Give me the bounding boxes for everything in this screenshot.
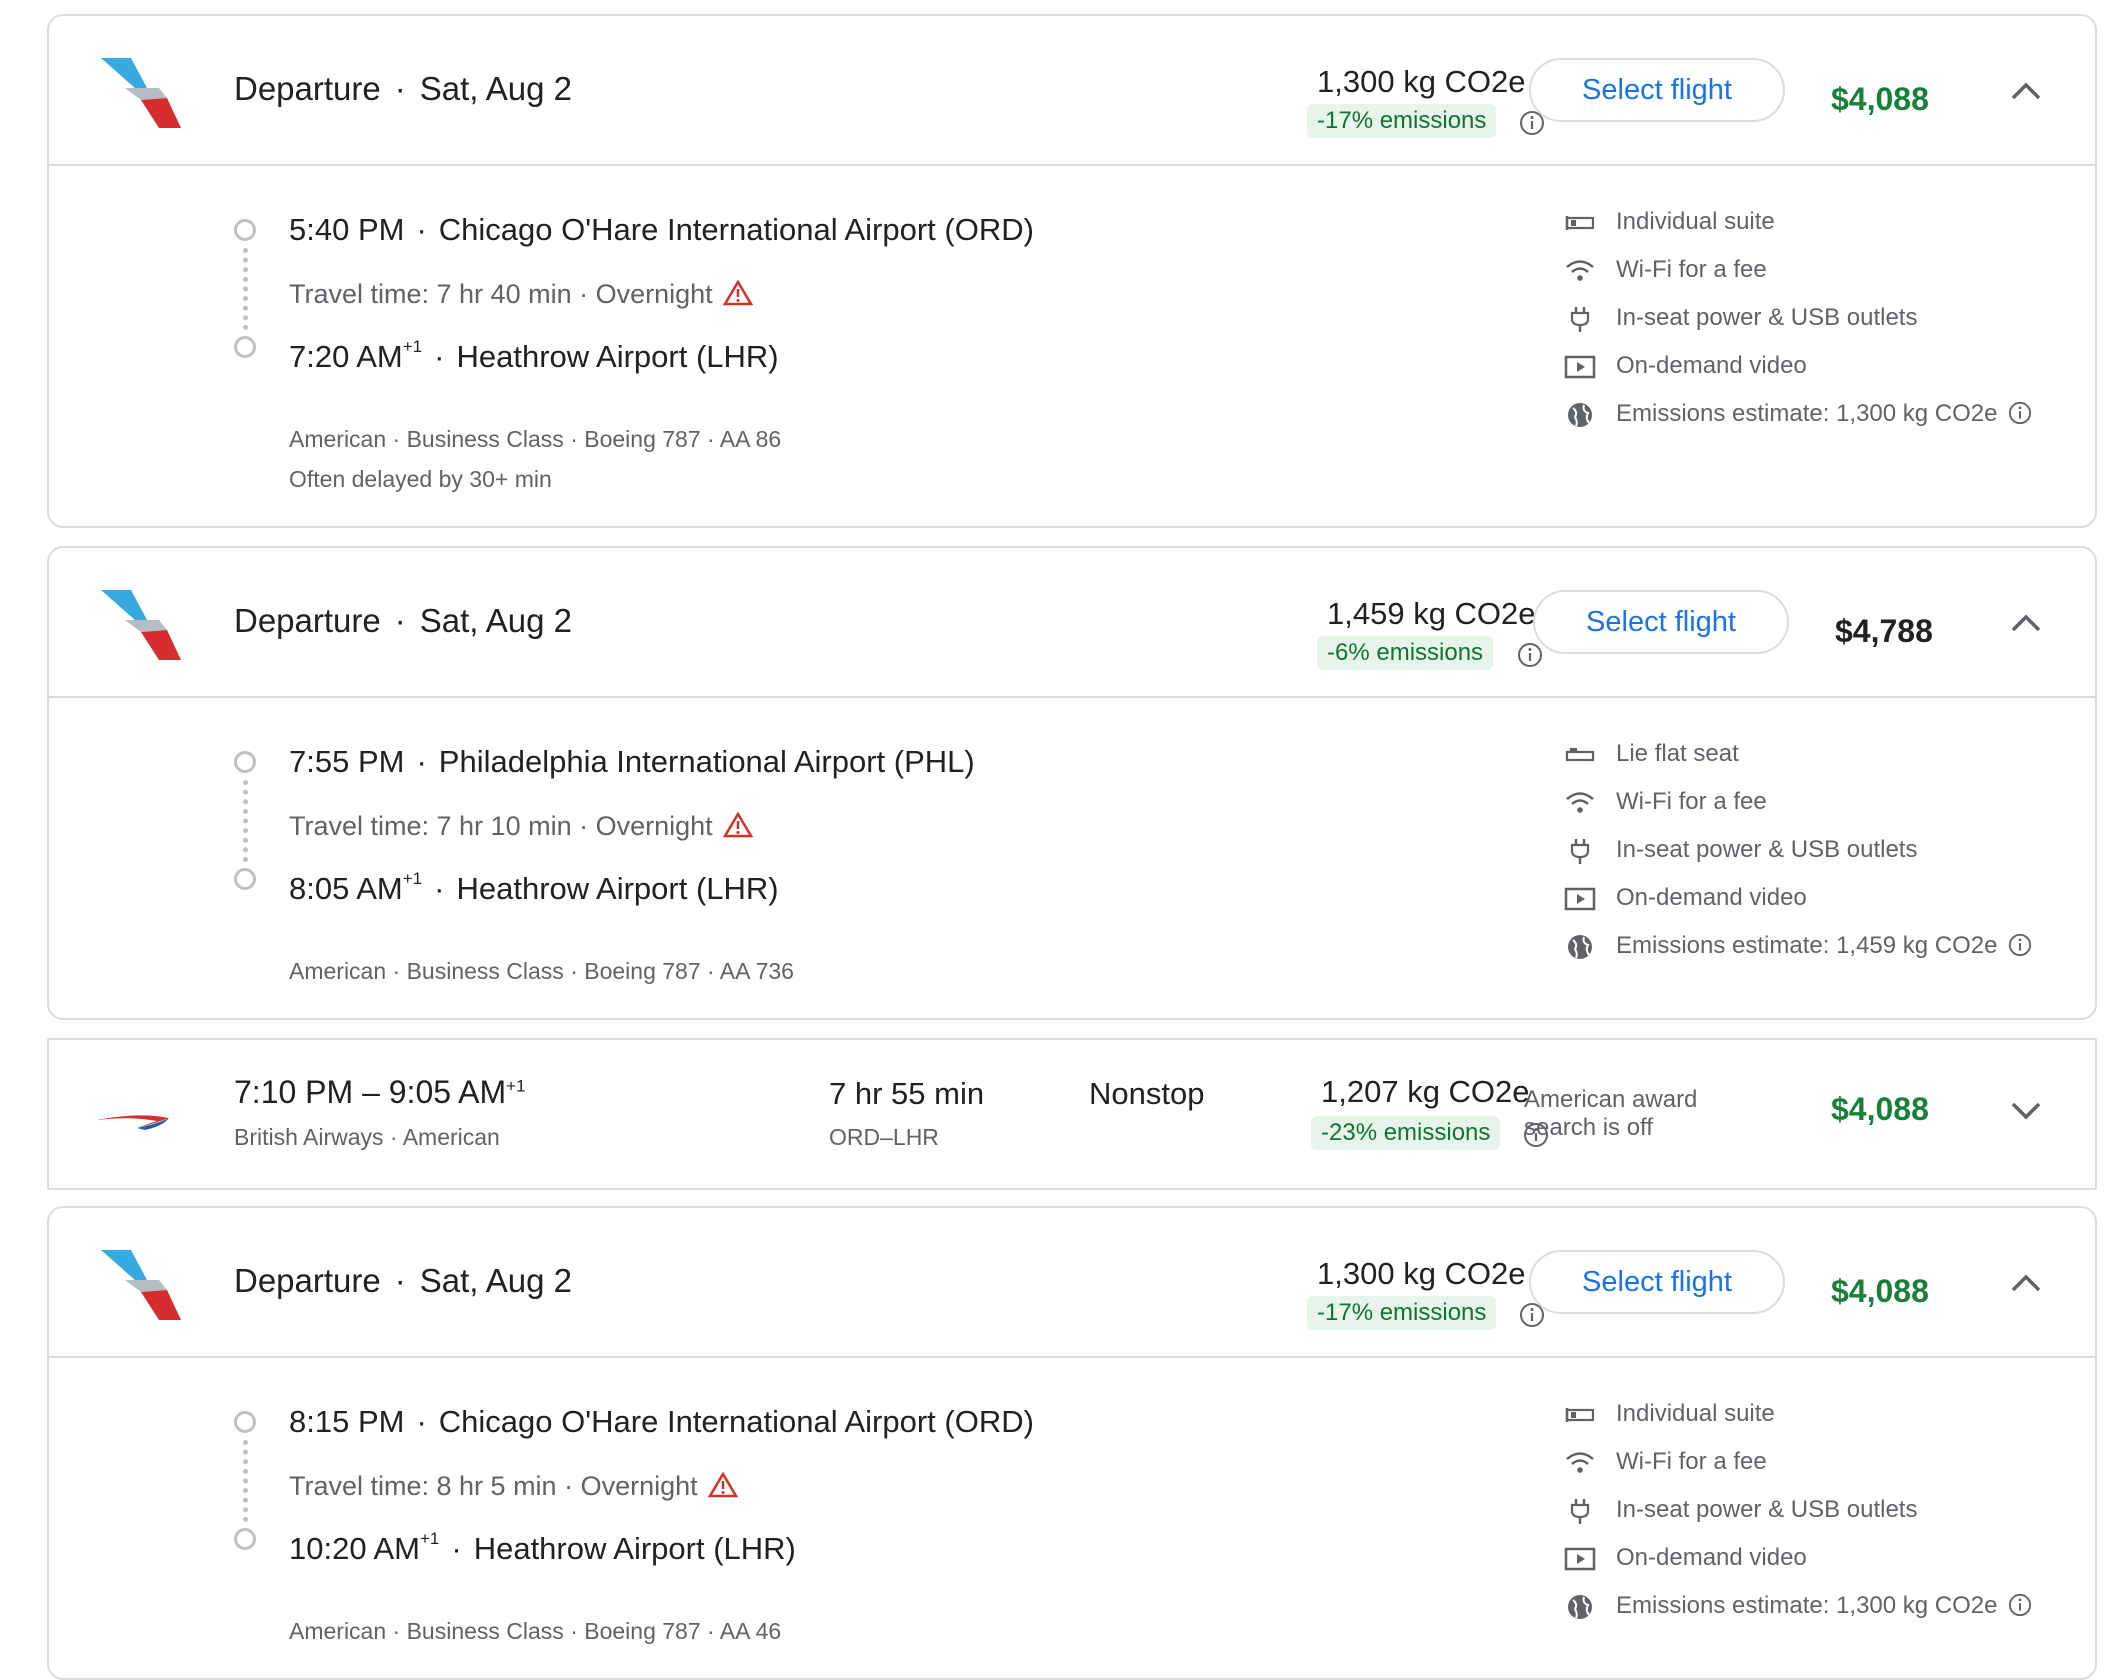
american-airlines-logo <box>101 590 181 660</box>
depart-line: 8:15 PM · Chicago O'Hare International Air… <box>289 1404 1034 1439</box>
arrive-circle <box>234 336 256 358</box>
wifi-icon <box>1566 1452 1594 1473</box>
wifi-icon <box>1566 792 1594 813</box>
co2-value: 1,459 kg CO2e <box>1327 596 1536 631</box>
emissions-badge: -17% emissions <box>1307 104 1497 138</box>
seat-icon <box>1565 748 1595 762</box>
power-plug-icon <box>1570 1499 1590 1524</box>
price: $4,788 <box>1835 613 1933 649</box>
depart-circle <box>234 1411 256 1433</box>
flight-card-2: Departure · Sat, Aug 2 1,459 kg CO2e -6% e… <box>47 546 2097 1020</box>
video-icon <box>1564 355 1596 379</box>
seat-icon <box>1565 1408 1595 1422</box>
chevron-up-icon[interactable] <box>2009 612 2043 634</box>
globe-icon <box>1568 1595 1592 1619</box>
award-note: American award search is off <box>1524 1086 1698 1141</box>
emissions-badge: -23% emissions <box>1311 1116 1501 1150</box>
flight-card-header[interactable]: Departure · Sat, Aug 2 1,300 kg CO2e -17% … <box>49 16 2095 166</box>
depart-circle <box>234 219 256 241</box>
flight-row[interactable]: 7:10 PM – 9:05 AM+1 British Airways · Am… <box>47 1038 2097 1190</box>
info-icon[interactable] <box>1517 642 1543 668</box>
warning-icon <box>707 1472 738 1498</box>
select-flight-button[interactable]: Select flight <box>1533 590 1789 654</box>
flight-card-3: Departure · Sat, Aug 2 1,300 kg CO2e -17% … <box>47 1206 2097 1680</box>
depart-line: 7:55 PM · Philadelphia International Airpo… <box>289 744 975 779</box>
departure-title: Departure · Sat, Aug 2 <box>234 1262 573 1299</box>
info-icon[interactable] <box>2008 933 2032 957</box>
flight-meta: American · Business Class · Boeing 787 ·… <box>289 958 794 984</box>
info-icon[interactable] <box>2008 1593 2032 1617</box>
globe-icon <box>1568 935 1592 959</box>
arrive-circle <box>234 1528 256 1550</box>
airlines: British Airways · American <box>234 1124 500 1150</box>
american-airlines-logo <box>101 58 181 128</box>
depart-circle <box>234 751 256 773</box>
select-flight-button[interactable]: Select flight <box>1529 1250 1785 1314</box>
co2-value: 1,300 kg CO2e <box>1317 64 1526 99</box>
duration: 7 hr 55 min <box>829 1076 985 1111</box>
flight-card-1: Departure · Sat, Aug 2 1,300 kg CO2e -17% … <box>47 14 2097 528</box>
video-icon <box>1564 887 1596 911</box>
route: ORD–LHR <box>829 1124 939 1150</box>
arrive-circle <box>234 868 256 890</box>
route-line <box>243 1440 249 1522</box>
arrive-line: 7:20 AM+1 · Heathrow Airport (LHR) <box>289 336 779 374</box>
travel-time: Travel time: 7 hr 10 min · Overnight <box>289 811 753 842</box>
flight-meta: American · Business Class · Boeing 787 ·… <box>289 1618 782 1644</box>
chevron-down-icon[interactable] <box>2009 1100 2043 1122</box>
price: $4,088 <box>1831 1091 1929 1127</box>
arrive-line: 8:05 AM+1 · Heathrow Airport (LHR) <box>289 868 779 906</box>
info-icon[interactable] <box>2008 401 2032 425</box>
british-airways-logo <box>97 1115 169 1130</box>
delay-note: Often delayed by 30+ min <box>289 466 552 492</box>
depart-line: 5:40 PM · Chicago O'Hare International Air… <box>289 212 1034 247</box>
power-plug-icon <box>1570 307 1590 332</box>
power-plug-icon <box>1570 839 1590 864</box>
stops: Nonstop <box>1089 1076 1205 1111</box>
seat-icon <box>1565 216 1595 230</box>
route-line <box>243 248 249 330</box>
select-flight-button[interactable]: Select flight <box>1529 58 1785 122</box>
wifi-icon <box>1566 260 1594 281</box>
flight-card-header[interactable]: Departure · Sat, Aug 2 1,300 kg CO2e -17% … <box>49 1208 2095 1358</box>
chevron-up-icon[interactable] <box>2009 1272 2043 1294</box>
price: $4,088 <box>1831 1273 1929 1309</box>
american-airlines-logo <box>101 1250 181 1320</box>
co2-value: 1,300 kg CO2e <box>1317 1256 1526 1291</box>
flight-meta: American · Business Class · Boeing 787 ·… <box>289 426 782 452</box>
departure-title: Departure · Sat, Aug 2 <box>234 602 573 639</box>
arrive-line: 10:20 AM+1 · Heathrow Airport (LHR) <box>289 1528 796 1566</box>
travel-time: Travel time: 7 hr 40 min · Overnight <box>289 279 753 310</box>
departure-title: Departure · Sat, Aug 2 <box>234 70 573 107</box>
flight-card-header[interactable]: Departure · Sat, Aug 2 1,459 kg CO2e -6% e… <box>49 548 2095 698</box>
chevron-up-icon[interactable] <box>2009 80 2043 102</box>
emissions-badge: -17% emissions <box>1307 1296 1497 1330</box>
route-line <box>243 780 249 862</box>
warning-icon <box>722 812 753 838</box>
emissions-badge: -6% emissions <box>1317 636 1494 670</box>
globe-icon <box>1568 403 1592 427</box>
co2-value: 1,207 kg CO2e <box>1321 1074 1530 1109</box>
flight-times: 7:10 PM – 9:05 AM+1 <box>234 1074 526 1110</box>
travel-time: Travel time: 8 hr 5 min · Overnight <box>289 1471 738 1502</box>
video-icon <box>1564 1547 1596 1571</box>
price: $4,088 <box>1831 81 1929 117</box>
warning-icon <box>722 280 753 306</box>
